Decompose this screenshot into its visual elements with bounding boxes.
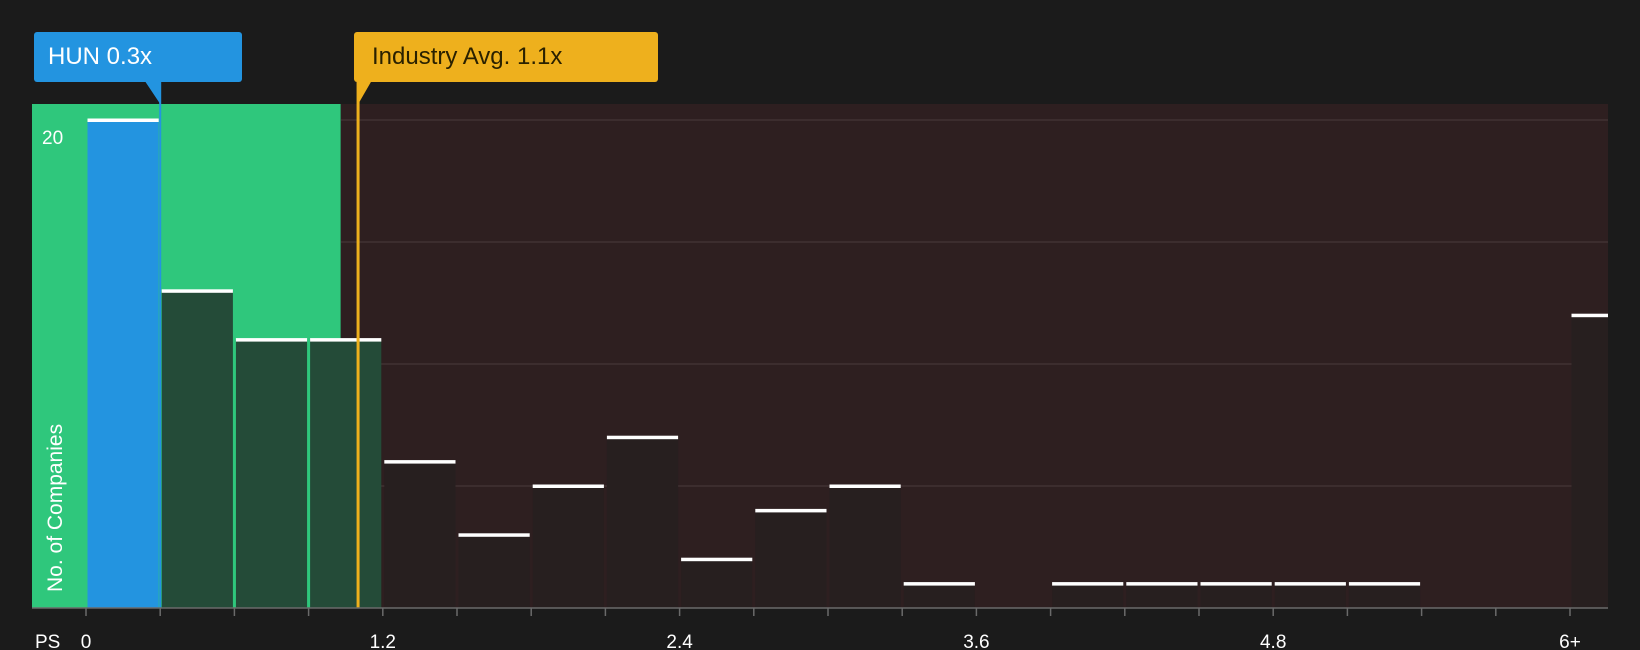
histogram-bar-cap bbox=[829, 484, 901, 488]
histogram-bar bbox=[161, 290, 233, 608]
histogram-bar-cap bbox=[755, 508, 827, 513]
histogram-bar-cap bbox=[161, 289, 233, 293]
histogram-bar bbox=[903, 583, 975, 608]
industry-average-callout: Industry Avg. 1.1x bbox=[354, 32, 658, 82]
overvalued-zone bbox=[340, 104, 1609, 608]
histogram-bar bbox=[235, 339, 308, 608]
histogram-bar bbox=[829, 486, 901, 608]
histogram-bar-cap bbox=[235, 338, 308, 342]
histogram-bar bbox=[384, 461, 456, 608]
y-tick-label: 20 bbox=[42, 128, 63, 149]
company-callout-pointer bbox=[144, 80, 161, 104]
y-axis-label: No. of Companies bbox=[44, 424, 67, 592]
x-tick-label: 3.6 bbox=[963, 632, 989, 650]
histogram-bar bbox=[1348, 583, 1421, 608]
histogram-bar-cap bbox=[606, 435, 679, 440]
histogram-bar bbox=[1052, 583, 1124, 608]
company-ticker: HUN bbox=[48, 43, 100, 70]
histogram-bar-cap bbox=[1052, 582, 1124, 586]
histogram-bar bbox=[755, 510, 827, 608]
company-ps-callout: HUN 0.3x bbox=[34, 32, 242, 82]
x-tick-label: 4.8 bbox=[1260, 632, 1286, 650]
histogram-bar bbox=[458, 534, 530, 608]
histogram-bar bbox=[606, 437, 679, 608]
histogram-bar-cap bbox=[458, 533, 530, 537]
industry-callout-pointer bbox=[357, 80, 373, 106]
x-tick-label: 0 bbox=[81, 632, 92, 650]
histogram-bar bbox=[310, 339, 382, 608]
histogram-bar-cap bbox=[1126, 582, 1198, 586]
x-tick-label: 2.4 bbox=[666, 632, 693, 650]
x-axis-label: PS bbox=[35, 632, 60, 650]
histogram-bar bbox=[1200, 583, 1272, 608]
x-axis bbox=[32, 607, 1608, 616]
histogram-bar-cap bbox=[532, 484, 604, 488]
company-ps-value: 0.3x bbox=[106, 43, 153, 70]
ps-histogram-chart: 20 No. of Companies PS 0 1.2 2.4 3.6 4.8 6+ bbox=[32, 80, 1609, 650]
histogram-bar bbox=[1571, 315, 1608, 608]
histogram-bar-cap bbox=[681, 557, 753, 562]
histogram-bar-cap bbox=[310, 338, 382, 342]
industry-average-label: Industry Avg. 1.1x bbox=[372, 43, 563, 70]
histogram-bar-cap bbox=[1348, 582, 1421, 586]
x-tick-labels: 0 1.2 2.4 3.6 4.8 6+ bbox=[81, 632, 1581, 650]
histogram-bar-cap bbox=[384, 460, 456, 464]
histogram-bar-cap bbox=[1200, 582, 1272, 586]
histogram-bar bbox=[1274, 583, 1346, 608]
x-tick-label: 6+ bbox=[1559, 632, 1581, 650]
histogram-bar bbox=[87, 120, 159, 608]
histogram-bar-cap bbox=[1274, 582, 1346, 586]
histogram-bar-cap bbox=[903, 582, 975, 586]
histogram-bar bbox=[1126, 583, 1198, 608]
histogram-bar bbox=[681, 559, 753, 608]
histogram-bar-cap bbox=[1571, 313, 1608, 318]
x-tick-label: 1.2 bbox=[370, 632, 396, 650]
histogram-bar-cap bbox=[87, 118, 159, 122]
histogram-bar bbox=[532, 486, 604, 608]
